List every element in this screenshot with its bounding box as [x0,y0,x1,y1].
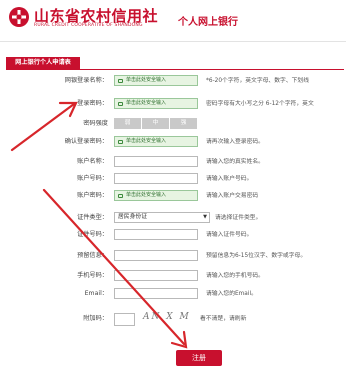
strength-strong: 强 [170,118,198,129]
keyboard-icon [118,79,123,83]
reserved-info-label: 预留信息： [77,252,108,259]
keyboard-icon [118,102,123,106]
account-name-input[interactable] [114,156,198,167]
reserved-info-input[interactable] [114,250,198,261]
row-login-password: 登录密码： 单击此处安全输入 密码字母有大小写之分 6-12个字符，英文 [0,98,346,110]
id-type-select[interactable]: 居民身份证 ▼ [114,212,210,223]
strength-medium: 中 [142,118,170,129]
page-header: 山东省农村信用社 RURAL CREDIT COOPERATIVE OF SHA… [0,0,346,42]
row-login-name: 网银登录名称： 单击此处安全输入 *6-20个字符，英文字母、数字、下划线 [0,75,346,87]
keyboard-text: 单击此处安全输入 [126,100,167,106]
keyboard-icon [118,140,123,144]
row-email: Email： 请输入您的Email。 [0,288,346,300]
id-type-label: 证件类型： [77,214,108,221]
account-password-hint: 请输入账户交易密码 [206,193,259,199]
captcha-input[interactable] [114,313,135,326]
header-divider [0,41,346,42]
login-password-hint: 密码字母有大小写之分 6-12个字符，英文 [206,101,314,107]
email-label: Email： [84,290,108,297]
keyboard-text: 单击此处安全输入 [126,192,167,198]
row-reserved-info: 预留信息： 预留信息为6-15位汉字、数字或字母。 [0,250,346,262]
id-number-input[interactable] [114,229,198,240]
id-type-value: 居民身份证 [118,214,147,220]
account-number-hint: 请输入账户号码。 [206,176,253,182]
register-button[interactable]: 注册 [176,350,222,366]
row-account-name: 账户名称： 请输入您的真实姓名。 [0,156,346,168]
account-name-label: 账户名称： [77,158,108,165]
confirm-password-input[interactable]: 单击此处安全输入 [114,136,198,147]
id-number-label: 证件号码： [77,231,108,238]
email-input[interactable] [114,288,198,299]
mobile-hint: 请输入您的手机号码。 [206,273,264,279]
login-name-input[interactable]: 单击此处安全输入 [114,75,198,86]
row-account-number: 账户号码： 请输入账户号码。 [0,173,346,185]
account-number-input[interactable] [114,173,198,184]
row-mobile: 手机号码： 请输入您的手机号码。 [0,270,346,282]
row-account-password: 账户密码： 单击此处安全输入 请输入账户交易密码 [0,190,346,202]
login-name-hint: *6-20个字符，英文字母、数字、下划线 [206,78,310,84]
row-confirm-password: 确认登录密码： 单击此处安全输入 请再次输入登录密码。 [0,136,346,148]
password-strength-label: 密码强度 [83,120,108,127]
login-password-input[interactable]: 单击此处安全输入 [114,98,198,109]
account-name-hint: 请输入您的真实姓名。 [206,159,264,165]
row-id-number: 证件号码： 请输入证件号码。 [0,229,346,241]
row-captcha: 附加码： AN X M 看不清楚，请刷新 [0,312,346,326]
login-name-label: 网银登录名称： [64,77,108,84]
login-password-label: 登录密码： [77,100,108,107]
email-hint: 请输入您的Email。 [206,291,257,297]
confirm-password-label: 确认登录密码： [64,138,108,145]
captcha-label: 附加码： [83,315,108,322]
select-caret-icon: ▼ [203,214,207,220]
captcha-refresh-link[interactable]: 看不清楚，请刷新 [200,313,246,325]
account-password-label: 账户密码： [77,192,108,199]
strength-weak: 弱 [114,118,142,129]
keyboard-text: 单击此处安全输入 [126,138,167,144]
password-strength-meter: 弱 中 强 [114,118,198,129]
mobile-label: 手机号码： [77,272,108,279]
id-type-hint: 请选择证件类型。 [215,215,262,221]
keyboard-text: 单击此处安全输入 [126,77,167,83]
bank-subtitle: RURAL CREDIT COOPERATIVE OF SHANDONG [34,23,143,28]
confirm-password-hint: 请再次输入登录密码。 [206,139,264,145]
mobile-input[interactable] [114,270,198,281]
account-number-label: 账户号码： [77,175,108,182]
keyboard-icon [118,194,123,198]
id-number-hint: 请输入证件号码。 [206,232,253,238]
account-password-input[interactable]: 单击此处安全输入 [114,190,198,201]
reserved-info-hint: 预留信息为6-15位汉字、数字或字母。 [206,253,307,259]
registration-form [6,69,344,379]
row-id-type: 证件类型： 居民身份证 ▼ 请选择证件类型。 [0,212,346,224]
captcha-image[interactable]: AN X M [143,312,189,326]
row-password-strength: 密码强度 弱 中 强 [0,118,346,130]
rcc-logo-icon [9,7,29,27]
product-title: 个人网上银行 [178,17,238,28]
form-tab: 网上银行个人申请表 [6,57,80,69]
